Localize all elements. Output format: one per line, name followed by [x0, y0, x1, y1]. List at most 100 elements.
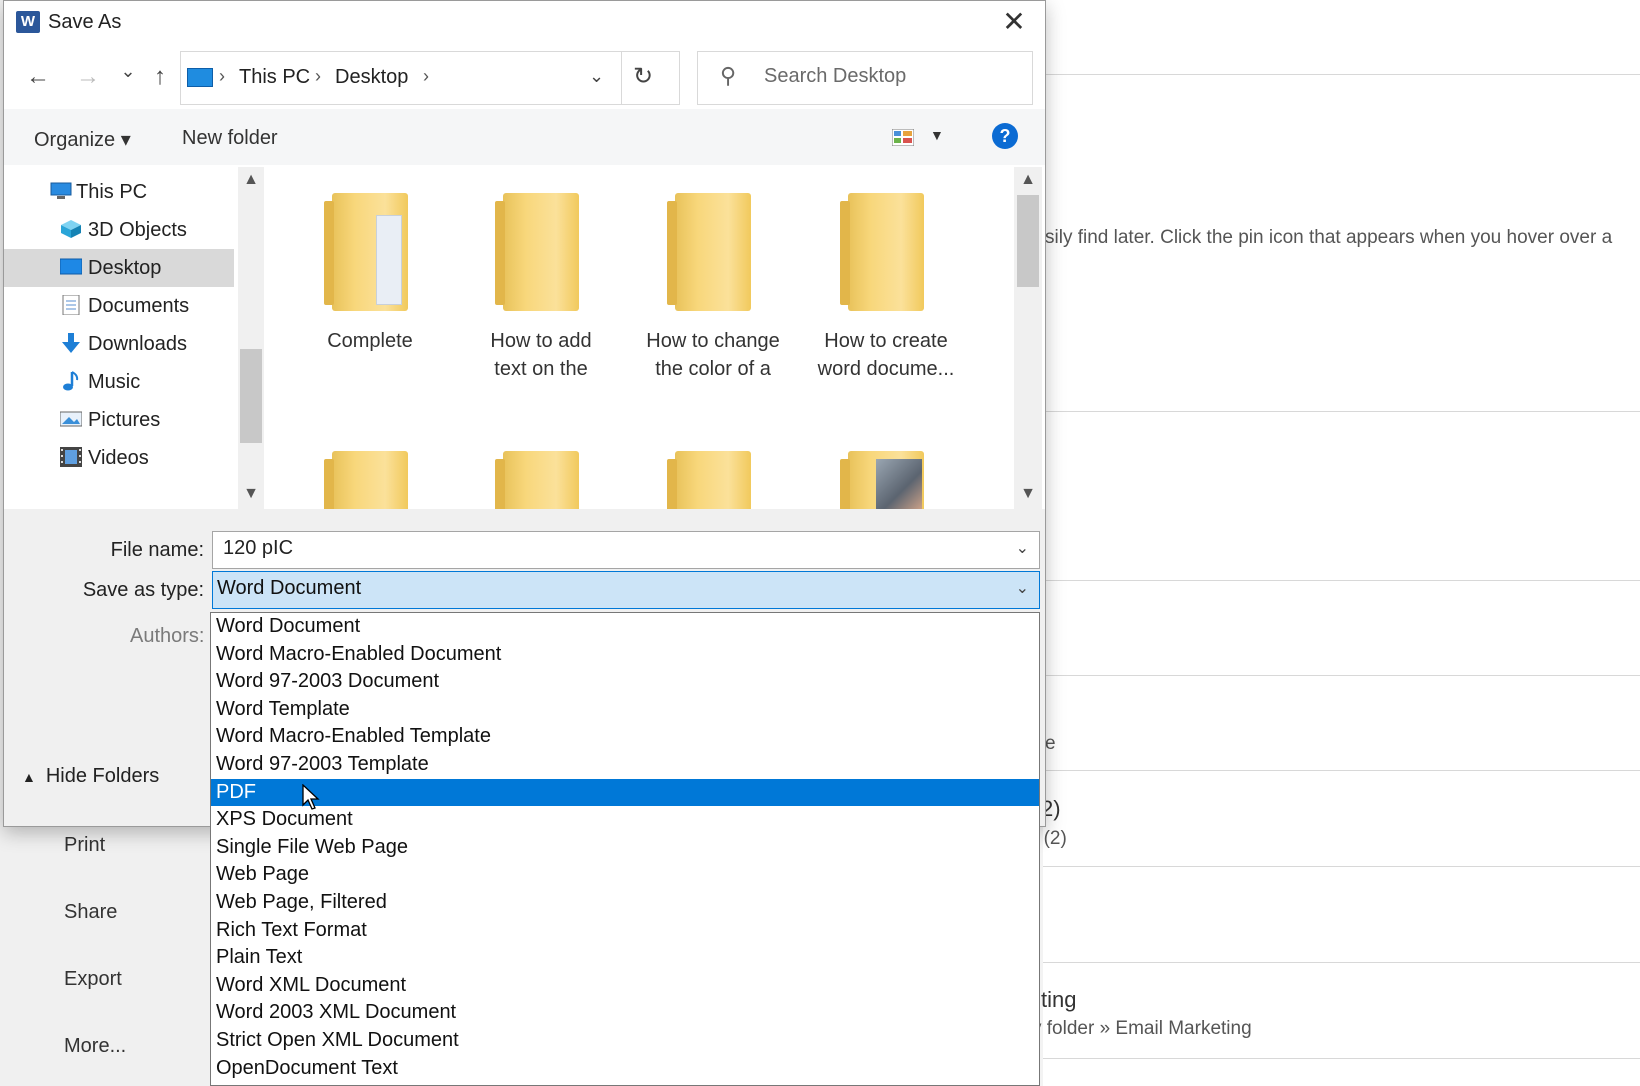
- save-type-option[interactable]: OpenDocument Text: [211, 1055, 1039, 1082]
- breadcrumb-desktop[interactable]: Desktop: [335, 66, 408, 89]
- folder-item[interactable]: How to add text on the: [461, 167, 621, 380]
- folder-icon: [324, 451, 408, 509]
- folder-label: Complete: [327, 330, 413, 352]
- breadcrumb-separator: ›: [219, 66, 225, 86]
- download-icon: [62, 333, 80, 353]
- tree-item-music[interactable]: Music: [4, 363, 234, 401]
- save-type-option[interactable]: Word Macro-Enabled Document: [211, 641, 1039, 668]
- desktop-icon: [60, 258, 82, 275]
- image-preview-icon: [876, 459, 922, 509]
- folder-item[interactable]: How to change the color of a: [633, 167, 793, 380]
- folder-icon: [840, 193, 924, 311]
- file-list: Complete How to add text on the How to c…: [270, 167, 1012, 509]
- divider: [1043, 74, 1640, 75]
- save-type-option[interactable]: Word 97-2003 Document: [211, 668, 1039, 695]
- save-type-option[interactable]: PDF: [211, 778, 1039, 806]
- navigation-scrollbar[interactable]: ▲ ▼: [238, 167, 264, 509]
- save-type-option[interactable]: Word 2003 XML Document: [211, 999, 1039, 1026]
- folder-item[interactable]: Complete: [290, 167, 450, 367]
- tree-item-3d-objects[interactable]: 3D Objects: [4, 211, 234, 249]
- tree-item-videos[interactable]: Videos: [4, 439, 234, 477]
- forward-arrow-icon[interactable]: →: [74, 63, 102, 91]
- save-type-option[interactable]: Word Document: [211, 613, 1039, 640]
- save-type-option[interactable]: Word 97-2003 Template: [211, 751, 1039, 778]
- hide-folders-button[interactable]: ▲ Hide Folders: [22, 765, 159, 788]
- save-type-option[interactable]: Word Template: [211, 696, 1039, 723]
- file-name-input[interactable]: [221, 536, 1005, 561]
- breadcrumb-this-pc[interactable]: This PC: [239, 66, 310, 89]
- tree-item-pictures[interactable]: Pictures: [4, 401, 234, 439]
- document-preview-icon: [376, 215, 402, 305]
- mouse-cursor-icon: [302, 784, 320, 810]
- folder-item[interactable]: How to create word docume...: [806, 167, 966, 380]
- view-dropdown-chevron-icon[interactable]: ▼: [930, 127, 944, 143]
- back-arrow-icon[interactable]: ←: [24, 63, 52, 91]
- save-type-option[interactable]: Single File Web Page: [211, 834, 1039, 861]
- address-dropdown-chevron-icon[interactable]: ⌄: [589, 66, 604, 87]
- scrollbar-thumb[interactable]: [1017, 195, 1039, 287]
- folder-item[interactable]: [290, 425, 450, 509]
- pc-icon: [187, 68, 213, 87]
- save-as-type-value: Word Document: [217, 577, 362, 599]
- address-bar[interactable]: › This PC › Desktop › ⌄ ↻: [180, 51, 680, 105]
- save-type-option[interactable]: Rich Text Format: [211, 917, 1039, 944]
- tree-item-label: This PC: [76, 181, 148, 203]
- save-as-type-list: Word Document Word Macro-Enabled Document…: [210, 612, 1040, 1086]
- chevron-down-icon[interactable]: ⌄: [1016, 538, 1029, 558]
- backstage-export[interactable]: Export: [64, 968, 122, 991]
- refresh-icon[interactable]: ↻: [633, 62, 653, 91]
- save-as-type-select[interactable]: Word Document ⌄: [212, 571, 1040, 609]
- document-icon: [62, 295, 80, 315]
- save-type-option[interactable]: Word XML Document: [211, 972, 1039, 999]
- file-name-combobox[interactable]: ⌄: [212, 531, 1040, 569]
- save-type-option[interactable]: Plain Text: [211, 944, 1039, 971]
- save-as-type-label: Save as type:: [82, 579, 204, 601]
- recent-locations-chevron-icon[interactable]: ⌄: [114, 61, 142, 82]
- file-list-scrollbar[interactable]: ▲ ▼: [1014, 167, 1042, 509]
- pin-hint-text: sily find later. Click the pin icon that…: [1045, 227, 1613, 248]
- save-type-option[interactable]: Strict Open XML Document: [211, 1027, 1039, 1054]
- recent-folder-title[interactable]: ting: [1041, 987, 1076, 1013]
- breadcrumb-separator[interactable]: ›: [423, 66, 429, 87]
- close-button[interactable]: ✕: [997, 7, 1031, 37]
- save-type-option[interactable]: Web Page: [211, 861, 1039, 888]
- chevron-down-icon[interactable]: ⌄: [1016, 578, 1029, 598]
- breadcrumb-separator[interactable]: ›: [315, 66, 321, 87]
- title-bar: W Save As ✕: [4, 1, 1045, 45]
- save-type-option[interactable]: Web Page, Filtered: [211, 889, 1039, 916]
- help-icon[interactable]: ?: [992, 123, 1018, 149]
- divider: [1043, 580, 1640, 581]
- tree-item-documents[interactable]: Documents: [4, 287, 234, 325]
- scrollbar-thumb[interactable]: [240, 349, 262, 443]
- folder-item[interactable]: [461, 425, 621, 509]
- search-box[interactable]: ⚲: [697, 51, 1033, 105]
- backstage-print[interactable]: Print: [64, 834, 105, 857]
- save-type-option[interactable]: Word Macro-Enabled Template: [211, 723, 1039, 750]
- scroll-up-icon[interactable]: ▲: [238, 171, 264, 189]
- folder-item[interactable]: [633, 425, 793, 509]
- scroll-down-icon[interactable]: ▼: [1014, 485, 1042, 503]
- scroll-down-icon[interactable]: ▼: [238, 485, 264, 503]
- save-type-option[interactable]: XPS Document: [211, 806, 1039, 833]
- organize-button[interactable]: Organize ▾: [34, 127, 131, 152]
- tree-item-this-pc[interactable]: This PC: [4, 173, 234, 211]
- backstage-more[interactable]: More...: [64, 1035, 126, 1058]
- tree-item-label: Documents: [88, 295, 190, 317]
- tree-item-label: Music: [88, 371, 141, 393]
- view-options-icon[interactable]: [892, 129, 914, 146]
- up-arrow-icon[interactable]: ↑: [146, 63, 174, 91]
- search-icon: ⚲: [720, 63, 737, 88]
- tree-item-label: 3D Objects: [88, 219, 187, 241]
- divider: [621, 52, 622, 104]
- search-input[interactable]: [762, 64, 1016, 89]
- cube-icon: [61, 220, 81, 238]
- tree-item-downloads[interactable]: Downloads: [4, 325, 234, 363]
- picture-icon: [60, 411, 82, 427]
- file-name-label: File name:: [110, 539, 204, 561]
- chevron-up-icon: ▲: [22, 769, 36, 785]
- tree-item-desktop[interactable]: Desktop: [4, 249, 234, 287]
- new-folder-button[interactable]: New folder: [182, 127, 278, 150]
- folder-item[interactable]: [806, 425, 966, 509]
- backstage-share[interactable]: Share: [64, 901, 117, 924]
- scroll-up-icon[interactable]: ▲: [1014, 171, 1042, 189]
